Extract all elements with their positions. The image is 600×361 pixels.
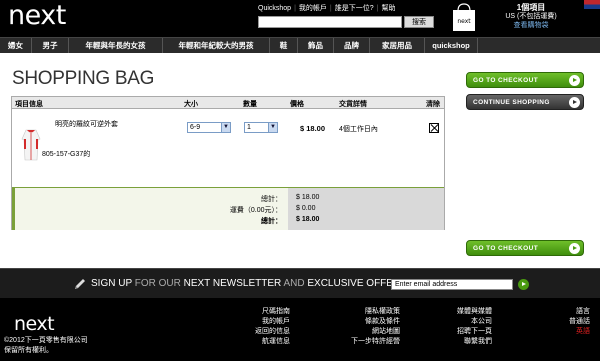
arrow-right-icon [569,97,580,108]
page-title: SHOPPING BAG [12,68,155,89]
svg-text:next: next [457,18,471,25]
product-name[interactable]: 明亮的羅紋可逆外套 [55,119,118,129]
subtotal-label: 總計： [261,196,282,203]
pen-icon [75,279,85,289]
checkout-label: GO TO CHECKOUT [473,77,539,84]
subtotal-value: $ 18.00 [296,194,320,201]
quantity-select[interactable]: 1 ▼ [244,122,278,133]
footer-link[interactable]: 招聘下一頁 [430,327,492,337]
search-button[interactable]: 搜索 [404,16,434,28]
shipping-value: $ 0.00 [296,205,316,212]
header-quantity: 數量 [243,101,257,108]
footer-link[interactable]: 聯繫我們 [430,337,492,347]
table-header: 項目信息 大小 數量 價格 交貨詳情 清除 [12,97,444,109]
main-nav: 婦女 男子 年輕與年長的女孩 年輕和年紀較大的男孩 鞋 飾品 品牌 家居用品 q… [0,37,600,53]
quickshop-link[interactable]: Quickshop [255,5,294,12]
footer-link[interactable]: 媒體與媒體 [430,307,492,317]
language-heading: 語言 [576,308,590,315]
footer-link[interactable]: 尺碼指南 [235,307,290,317]
arrow-right-icon [569,75,580,86]
nav-home[interactable]: 家居用品 [370,38,425,53]
bag-table: 項目信息 大小 數量 價格 交貨詳情 清除 明亮的羅紋可逆外套 805-157-… [11,96,445,230]
header-size: 大小 [184,101,198,108]
footer-link[interactable]: 我的帳戶 [235,317,290,327]
footer-logo[interactable]: next [14,313,55,335]
chevron-down-icon[interactable]: ▼ [221,123,230,132]
nav-shoes[interactable]: 鞋 [270,38,298,53]
shopping-bag-icon[interactable]: next [452,2,476,32]
product-image[interactable] [20,127,42,163]
nav-women[interactable]: 婦女 [0,38,32,53]
flag-icon[interactable] [584,0,600,9]
header-remove: 清除 [426,101,440,108]
and-text: AND [283,278,305,289]
total-label: 總計： [261,218,282,225]
item-price: $ 18.00 [300,124,326,133]
next-text: NEXT [183,278,211,289]
footer-link[interactable]: 返回的信息 [235,327,290,337]
top-links: Quickshop | 我的帳戶 | 誰是下一位? | 幫助 [255,3,398,13]
footer-col-1: 尺碼指南 我的帳戶 返回的信息 航運信息 [235,307,290,347]
nav-accessories[interactable]: 飾品 [298,38,334,53]
newsletter-text: SIGN UP FOR OUR NEXT NEWSLETTER AND EXCL… [91,278,407,289]
totals-labels: 總計： 運費（0.00元）： 總計： [12,188,288,230]
checkout-label: GO TO CHECKOUT [473,245,539,252]
who-is-next-link[interactable]: 誰是下一位? [332,5,377,12]
language-mandarin[interactable]: 普通話 [545,317,590,327]
view-bag-link[interactable]: 查看購物袋 [486,21,576,30]
site-footer: next ©2012下一頁零售有限公司保留所有權利。 尺碼指南 我的帳戶 返回的… [0,298,600,361]
remove-checkbox[interactable] [429,123,439,133]
footer-col-3: 媒體與媒體 本公司 招聘下一頁 聯繫我們 [430,307,492,347]
arrow-right-icon [569,243,580,254]
quantity-value: 1 [247,124,251,131]
bag-total: US (不包括運費) [505,13,557,20]
nav-men[interactable]: 男子 [32,38,69,53]
header-price: 價格 [290,101,304,108]
header-delivery: 交貨詳情 [339,101,367,108]
nav-boys[interactable]: 年輕和年紀較大的男孩 [163,38,270,53]
header-item-info: 項目信息 [15,101,43,108]
footer-link[interactable]: 條款及條件 [330,317,400,327]
size-select[interactable]: 6-9 ▼ [187,122,231,133]
footer-col-4: 語言 普通話 英語 [545,307,590,337]
continue-label: CONTINUE SHOPPING [473,99,550,106]
search-input[interactable] [258,16,402,28]
help-link[interactable]: 幫助 [378,5,398,12]
signup-text: SIGN UP [91,278,132,289]
footer-link[interactable]: 網站地圖 [330,327,400,337]
chevron-down-icon[interactable]: ▼ [268,123,277,132]
checkout-button-bottom[interactable]: GO TO CHECKOUT [466,240,584,256]
footer-link[interactable]: 航運信息 [235,337,290,347]
newsletter-bar: SIGN UP FOR OUR NEXT NEWSLETTER AND EXCL… [0,268,600,298]
nav-brands[interactable]: 品牌 [334,38,370,53]
nav-girls[interactable]: 年輕與年長的女孩 [69,38,163,53]
footer-link[interactable]: 隱私權政策 [330,307,400,317]
totals-values: $ 18.00 $ 0.00 $ 18.00 [288,188,444,230]
newsletter-submit-button[interactable] [518,279,529,290]
footer-link[interactable]: 下一步特許經營 [330,337,400,347]
nav-quickshop[interactable]: quickshop [425,38,478,53]
total-value: $ 18.00 [296,216,320,223]
copyright: ©2012下一頁零售有限公司保留所有權利。 [4,337,88,354]
site-header: next Quickshop | 我的帳戶 | 誰是下一位? | 幫助 搜索 next 1個… [0,0,600,37]
delivery-details: 4個工作日內 [339,126,378,133]
product-sku: 805-157-G37的 [42,151,91,158]
for-our-text: FOR OUR [134,278,181,289]
language-english[interactable]: 英語 [545,327,590,337]
bag-summary: 1個項目 US (不包括運費) 查看購物袋 [486,3,576,30]
shipping-label: 運費（0.00元）： [229,207,282,214]
my-account-link[interactable]: 我的帳戶 [296,5,330,12]
main-content: SHOPPING BAG 項目信息 大小 數量 價格 交貨詳情 清除 明亮的羅紋… [0,53,600,268]
checkout-button-top[interactable]: GO TO CHECKOUT [466,72,584,88]
footer-col-2: 隱私權政策 條款及條件 網站地圖 下一步特許經營 [330,307,400,347]
next-logo[interactable]: next [8,1,66,31]
continue-shopping-button[interactable]: CONTINUE SHOPPING [466,94,584,110]
totals-section: 總計： 運費（0.00元）： 總計： $ 18.00 $ 0.00 $ 18.0… [12,187,444,230]
size-value: 6-9 [190,124,201,131]
newsletter-word: NEWSLETTER [212,278,282,289]
newsletter-email-input[interactable]: Enter email address [391,279,513,290]
footer-link[interactable]: 本公司 [430,317,492,327]
table-row: 明亮的羅紋可逆外套 805-157-G37的 6-9 ▼ 1 ▼ $ 18.00… [12,109,444,187]
bag-count: 1個項目 [516,3,546,12]
